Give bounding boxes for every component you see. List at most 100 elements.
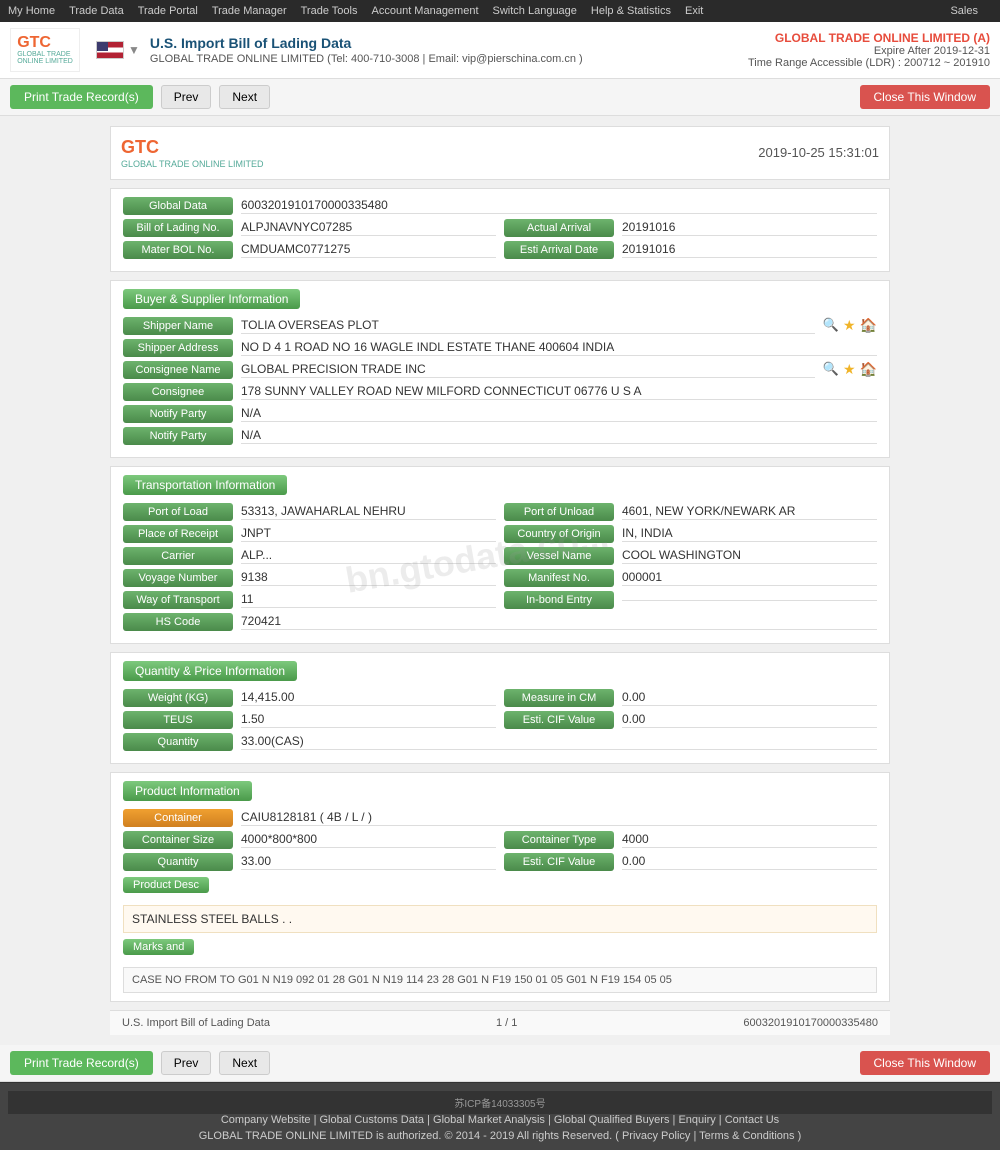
next-button-top[interactable]: Next xyxy=(219,85,270,109)
consignee-star-icon[interactable]: ★ xyxy=(843,361,856,378)
footer-contact-us[interactable]: Contact Us xyxy=(725,1114,779,1126)
container-row: Container CAIU8128181 ( 4B / L / ) xyxy=(123,809,877,827)
bottom-footer: 苏ICP备14033305号 Company Website | Global … xyxy=(0,1082,1000,1150)
port-of-unload-label: Port of Unload xyxy=(504,503,614,521)
container-type-value: 4000 xyxy=(622,832,877,848)
hs-code-value: 720421 xyxy=(241,614,877,630)
voyage-manifest-row: Voyage Number 9138 Manifest No. 000001 xyxy=(123,569,877,587)
shipper-address-label: Shipper Address xyxy=(123,339,233,357)
port-of-unload-value: 4601, NEW YORK/NEWARK AR xyxy=(622,504,877,520)
icp-number: 苏ICP备14033305号 xyxy=(8,1091,992,1114)
nav-my-home[interactable]: My Home xyxy=(8,5,55,17)
transportation-section: Transportation Information bn.gtodata.co… xyxy=(110,466,890,644)
bol-col: Bill of Lading No. ALPJNAVNYC07285 xyxy=(123,219,496,237)
port-of-load-value: 53313, JAWAHARLAL NEHRU xyxy=(241,504,496,520)
nav-account-management[interactable]: Account Management xyxy=(372,5,479,17)
footer-enquiry[interactable]: Enquiry xyxy=(678,1114,715,1126)
bol-label: Bill of Lading No. xyxy=(123,219,233,237)
country-of-origin-value: IN, INDIA xyxy=(622,526,877,542)
manifest-no-col: Manifest No. 000001 xyxy=(504,569,877,587)
nav-exit[interactable]: Exit xyxy=(685,5,703,17)
hs-code-row: HS Code 720421 xyxy=(123,613,877,631)
in-bond-entry-label: In-bond Entry xyxy=(504,591,614,609)
mater-bol-col: Mater BOL No. CMDUAMC0771275 xyxy=(123,241,496,259)
prev-button-top[interactable]: Prev xyxy=(161,85,212,109)
product-cif-col: Esti. CIF Value 0.00 xyxy=(504,853,877,871)
nav-help-statistics[interactable]: Help & Statistics xyxy=(591,5,671,17)
mater-bol-value: CMDUAMC0771275 xyxy=(241,242,496,258)
nav-trade-manager[interactable]: Trade Manager xyxy=(212,5,287,17)
shipper-house-icon[interactable]: 🏠 xyxy=(860,317,877,334)
measure-cm-value: 0.00 xyxy=(622,690,877,706)
carrier-label: Carrier xyxy=(123,547,233,565)
quantity-label: Quantity xyxy=(123,733,233,751)
print-button-top[interactable]: Print Trade Record(s) xyxy=(10,85,153,109)
teus-col: TEUS 1.50 xyxy=(123,711,496,729)
mater-bol-label: Mater BOL No. xyxy=(123,241,233,259)
nav-trade-portal[interactable]: Trade Portal xyxy=(138,5,198,17)
global-data-value: 6003201910170000335480 xyxy=(241,198,877,214)
voyage-number-value: 9138 xyxy=(241,570,496,586)
container-type-col: Container Type 4000 xyxy=(504,831,877,849)
header-subtitle: GLOBAL TRADE ONLINE LIMITED (Tel: 400-71… xyxy=(150,53,748,65)
footer-global-buyers[interactable]: Global Qualified Buyers xyxy=(554,1114,670,1126)
weight-value: 14,415.00 xyxy=(241,690,496,706)
record-header: GTC GLOBAL TRADE ONLINE LIMITED 2019-10-… xyxy=(110,126,890,180)
prev-button-bottom[interactable]: Prev xyxy=(161,1051,212,1075)
port-load-unload-row: Port of Load 53313, JAWAHARLAL NEHRU Por… xyxy=(123,503,877,521)
country-of-origin-label: Country of Origin xyxy=(504,525,614,543)
way-of-transport-label: Way of Transport xyxy=(123,591,233,609)
notify-party1-label: Notify Party xyxy=(123,405,233,423)
nav-trade-tools[interactable]: Trade Tools xyxy=(301,5,358,17)
container-type-label: Container Type xyxy=(504,831,614,849)
weight-measure-row: Weight (KG) 14,415.00 Measure in CM 0.00 xyxy=(123,689,877,707)
product-qty-cif-row: Quantity 33.00 Esti. CIF Value 0.00 xyxy=(123,853,877,871)
voyage-number-label: Voyage Number xyxy=(123,569,233,587)
close-button-bottom[interactable]: Close This Window xyxy=(860,1051,990,1075)
carrier-col: Carrier ALP... xyxy=(123,547,496,565)
product-desc-value: STAINLESS STEEL BALLS . . xyxy=(123,905,877,933)
notify-party2-value: N/A xyxy=(241,428,877,444)
weight-label: Weight (KG) xyxy=(123,689,233,707)
nav-switch-language[interactable]: Switch Language xyxy=(493,5,577,17)
footer-global-market[interactable]: Global Market Analysis xyxy=(433,1114,545,1126)
actual-arrival-value: 20191016 xyxy=(622,220,877,236)
nav-sales[interactable]: Sales xyxy=(950,5,978,17)
consignee-label: Consignee xyxy=(123,383,233,401)
pagination-page-info: 1 / 1 xyxy=(496,1017,517,1029)
record-datetime: 2019-10-25 15:31:01 xyxy=(758,145,879,160)
print-button-bottom[interactable]: Print Trade Record(s) xyxy=(10,1051,153,1075)
page-title: U.S. Import Bill of Lading Data xyxy=(150,35,748,51)
shipper-name-value: TOLIA OVERSEAS PLOT xyxy=(241,318,815,334)
company-name: GLOBAL TRADE ONLINE LIMITED (A) xyxy=(748,31,990,45)
us-flag xyxy=(96,41,124,59)
shipper-actions: 🔍 ★ 🏠 xyxy=(823,317,877,334)
nav-trade-data[interactable]: Trade Data xyxy=(69,5,124,17)
esti-arrival-col: Esti Arrival Date 20191016 xyxy=(504,241,877,259)
bol-arrival-row: Bill of Lading No. ALPJNAVNYC07285 Actua… xyxy=(123,219,877,237)
consignee-search-icon[interactable]: 🔍 xyxy=(823,361,839,378)
product-info-title: Product Information xyxy=(123,781,252,801)
notify-party2-label: Notify Party xyxy=(123,427,233,445)
footer-company-website[interactable]: Company Website xyxy=(221,1114,311,1126)
product-cif-value: 0.00 xyxy=(622,854,877,870)
product-info-section: Product Information Container CAIU812818… xyxy=(110,772,890,1002)
carrier-vessel-row: Carrier ALP... Vessel Name COOL WASHINGT… xyxy=(123,547,877,565)
footer-global-customs[interactable]: Global Customs Data xyxy=(320,1114,425,1126)
shipper-star-icon[interactable]: ★ xyxy=(843,317,856,334)
footer-links: Company Website | Global Customs Data | … xyxy=(8,1114,992,1126)
next-button-bottom[interactable]: Next xyxy=(219,1051,270,1075)
country-of-origin-col: Country of Origin IN, INDIA xyxy=(504,525,877,543)
quantity-price-section: Quantity & Price Information Weight (KG)… xyxy=(110,652,890,764)
container-size-label: Container Size xyxy=(123,831,233,849)
measure-cm-col: Measure in CM 0.00 xyxy=(504,689,877,707)
consignee-name-row: Consignee Name GLOBAL PRECISION TRADE IN… xyxy=(123,361,877,379)
buyer-supplier-title: Buyer & Supplier Information xyxy=(123,289,300,309)
consignee-house-icon[interactable]: 🏠 xyxy=(860,361,877,378)
port-of-unload-col: Port of Unload 4601, NEW YORK/NEWARK AR xyxy=(504,503,877,521)
close-button-top[interactable]: Close This Window xyxy=(860,85,990,109)
esti-cif-value: 0.00 xyxy=(622,712,877,728)
marks-title: Marks and xyxy=(123,939,194,955)
shipper-search-icon[interactable]: 🔍 xyxy=(823,317,839,334)
carrier-value: ALP... xyxy=(241,548,496,564)
